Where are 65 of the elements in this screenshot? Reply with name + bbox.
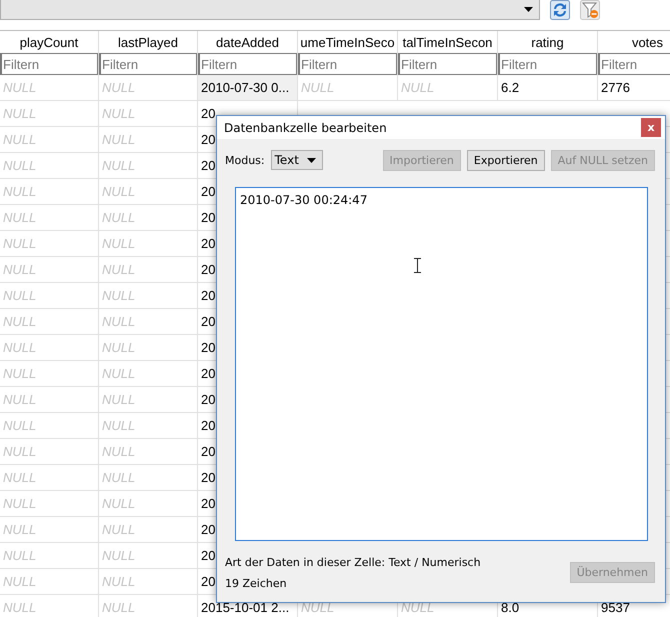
table-cell: NULL <box>0 127 99 152</box>
table-cell: NULL <box>0 101 99 126</box>
table-cell: NULL <box>99 361 198 386</box>
table-cell: NULL <box>0 205 99 230</box>
table-cell: NULL <box>99 335 198 360</box>
table-cell: NULL <box>99 127 198 152</box>
table-cell: NULL <box>0 595 99 617</box>
table-cell: NULL <box>99 439 198 464</box>
table-cell: NULL <box>99 101 198 126</box>
filter-field[interactable]: Filtern <box>398 53 497 75</box>
table-cell: NULL <box>0 309 99 334</box>
table-cell: NULL <box>0 257 99 282</box>
table-cell: NULL <box>99 257 198 282</box>
table-cell: NULL <box>398 75 498 100</box>
dropdown-arrow-icon <box>524 7 533 12</box>
table-cell: NULL <box>0 335 99 360</box>
table-cell: NULL <box>99 517 198 542</box>
table-cell: NULL <box>0 283 99 308</box>
table-cell: NULL <box>99 309 198 334</box>
table-cell: NULL <box>99 153 198 178</box>
close-button[interactable]: x <box>641 118 661 137</box>
filter-field[interactable]: Filtern <box>598 53 670 75</box>
table-cell: NULL <box>99 465 198 490</box>
table-cell: NULL <box>99 387 198 412</box>
table-cell: NULL <box>99 569 198 594</box>
table-cell: NULL <box>99 231 198 256</box>
table-cell: NULL <box>99 283 198 308</box>
dropdown-arrow-icon <box>306 158 316 162</box>
table-cell: NULL <box>0 387 99 412</box>
table-cell: NULL <box>99 205 198 230</box>
table-cell: NULL <box>99 413 198 438</box>
table-cell: NULL <box>0 517 99 542</box>
table-select[interactable] <box>0 0 540 20</box>
table-cell: NULL <box>99 543 198 568</box>
filter-field[interactable]: Filtern <box>198 53 297 75</box>
cell-editor[interactable]: 2010-07-30 00:24:47 <box>235 187 648 541</box>
table-cell: 2776 <box>598 75 670 100</box>
filter-field[interactable]: Filtern <box>99 53 197 75</box>
filter-field[interactable]: Filtern <box>298 53 397 75</box>
filter-field[interactable]: Filtern <box>498 53 597 75</box>
dialog-button[interactable]: Exportieren <box>466 150 545 170</box>
table-cell: NULL <box>0 231 99 256</box>
table-cell: NULL <box>0 413 99 438</box>
table-cell: NULL <box>0 543 99 568</box>
table-cell: NULL <box>0 465 99 490</box>
mode-label: Modus: <box>225 154 265 166</box>
table-cell: NULL <box>298 75 398 100</box>
table-cell: NULL <box>0 569 99 594</box>
table-cell: NULL <box>0 75 99 100</box>
table-cell: NULL <box>0 439 99 464</box>
table-cell: NULL <box>99 179 198 204</box>
mode-select[interactable]: Text <box>270 150 323 170</box>
table-cell: NULL <box>0 491 99 516</box>
table-cell: 2010-07-30 0... <box>198 75 298 100</box>
refresh-icon[interactable] <box>550 0 570 20</box>
table-cell: NULL <box>0 361 99 386</box>
table-cell: NULL <box>99 491 198 516</box>
text-cursor-icon <box>414 258 421 273</box>
clear-filter-icon[interactable] <box>580 0 600 20</box>
table-cell: NULL <box>0 179 99 204</box>
table-cell: 6.2 <box>498 75 598 100</box>
filter-field[interactable]: Filtern <box>0 53 98 75</box>
char-count: 19 Zeichen <box>225 577 288 590</box>
table-cell: NULL <box>0 153 99 178</box>
table-cell: NULL <box>99 595 198 617</box>
